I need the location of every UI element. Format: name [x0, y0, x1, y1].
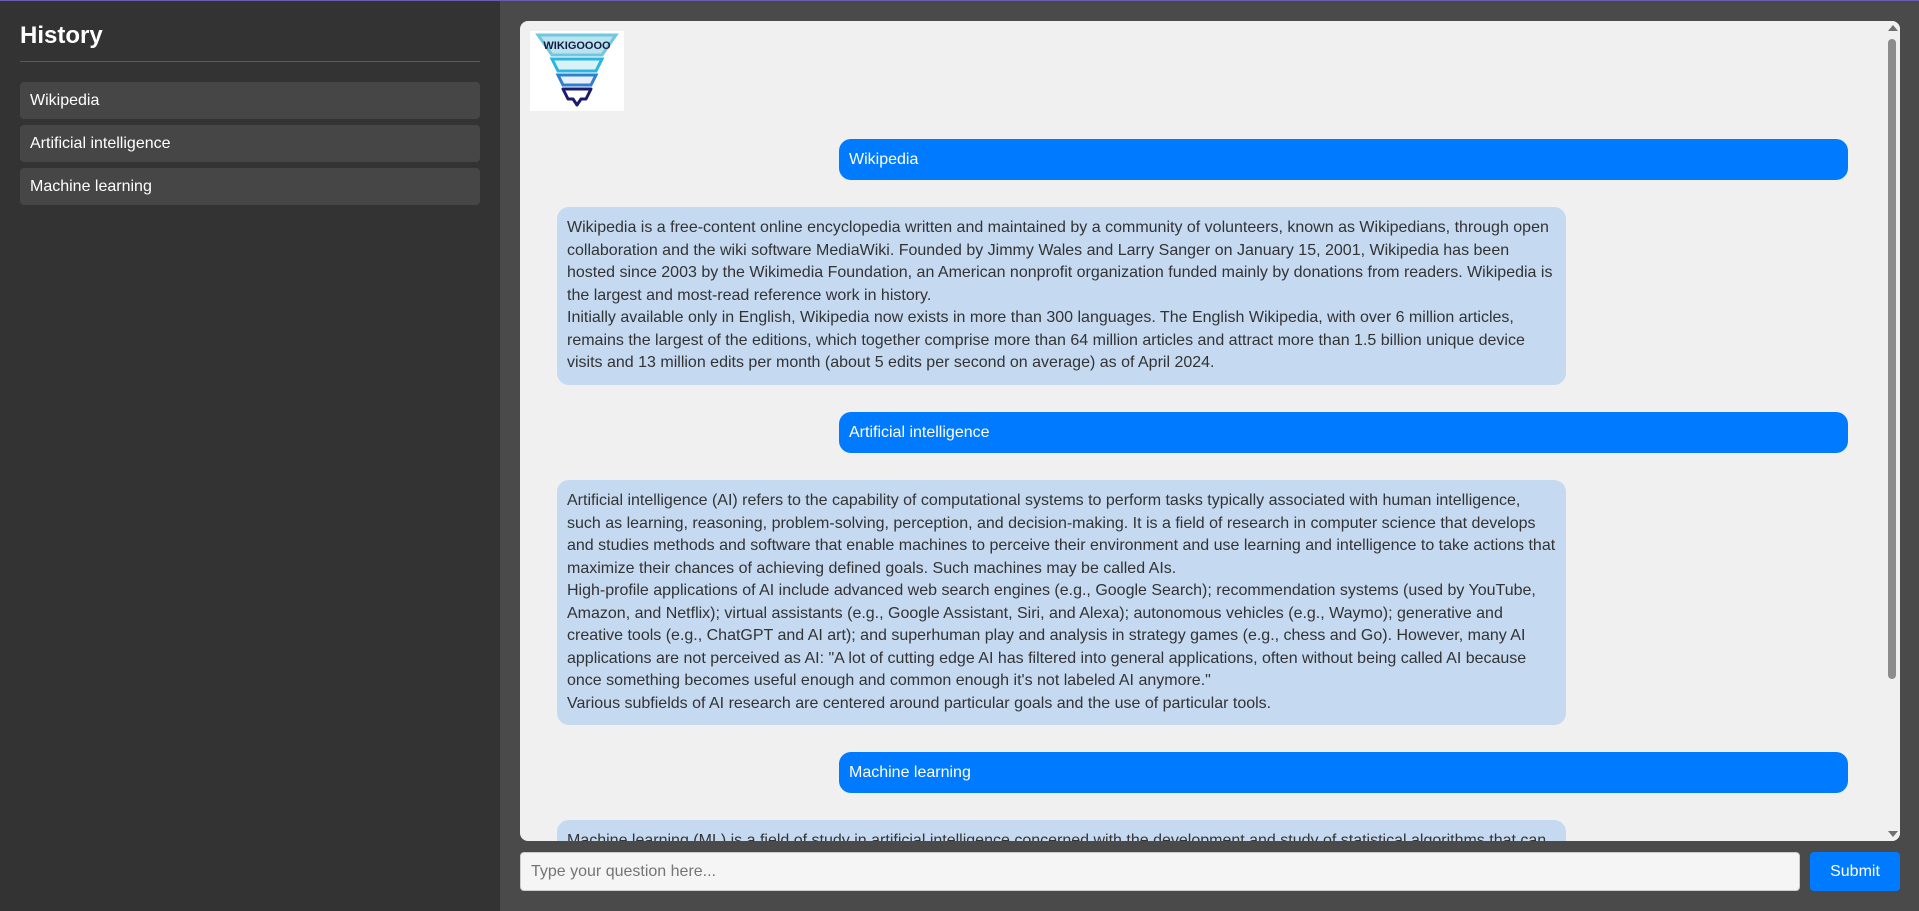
bot-message-paragraph: Machine learning (ML) is a field of stud…: [567, 832, 1547, 841]
history-item-machine-learning[interactable]: Machine learning: [20, 168, 480, 205]
submit-button[interactable]: Submit: [1810, 852, 1900, 891]
bot-message: Machine learning (ML) is a field of stud…: [557, 820, 1566, 841]
bot-message-paragraph: Various subfields of AI research are cen…: [567, 694, 1272, 712]
user-message: Machine learning: [839, 752, 1848, 793]
bot-message-paragraph: High-profile applications of AI include …: [567, 582, 1536, 689]
chat-scrollbar[interactable]: [1885, 21, 1900, 841]
question-input[interactable]: [520, 852, 1800, 891]
user-message: Wikipedia: [839, 139, 1848, 180]
sidebar-title: History: [20, 21, 480, 62]
history-item-artificial-intelligence[interactable]: Artificial intelligence: [20, 125, 480, 162]
bot-message-paragraph: Artificial intelligence (AI) refers to t…: [567, 492, 1556, 577]
bot-message-paragraph: Wikipedia is a free-content online encyc…: [567, 219, 1553, 304]
chat-box: WIKIGOOOO Wikipedia Wikipedia is a free-…: [520, 21, 1900, 841]
funnel-logo-icon: WIKIGOOOO: [535, 33, 619, 107]
bot-message-paragraph: Initially available only in English, Wik…: [567, 309, 1525, 371]
scroll-thumb[interactable]: [1888, 39, 1896, 679]
bot-message: Wikipedia is a free-content online encyc…: [557, 207, 1566, 385]
app-logo: WIKIGOOOO: [530, 31, 624, 111]
bot-message: Artificial intelligence (AI) refers to t…: [557, 480, 1566, 725]
user-message: Artificial intelligence: [839, 412, 1848, 453]
history-sidebar: History Wikipedia Artificial intelligenc…: [0, 1, 500, 911]
history-item-wikipedia[interactable]: Wikipedia: [20, 82, 480, 119]
scroll-down-arrow-icon[interactable]: [1888, 831, 1898, 837]
scroll-up-arrow-icon[interactable]: [1888, 25, 1898, 31]
logo-text: WIKIGOOOO: [543, 40, 611, 52]
main-area: WIKIGOOOO Wikipedia Wikipedia is a free-…: [500, 1, 1919, 911]
chat-messages: WIKIGOOOO Wikipedia Wikipedia is a free-…: [520, 21, 1885, 841]
